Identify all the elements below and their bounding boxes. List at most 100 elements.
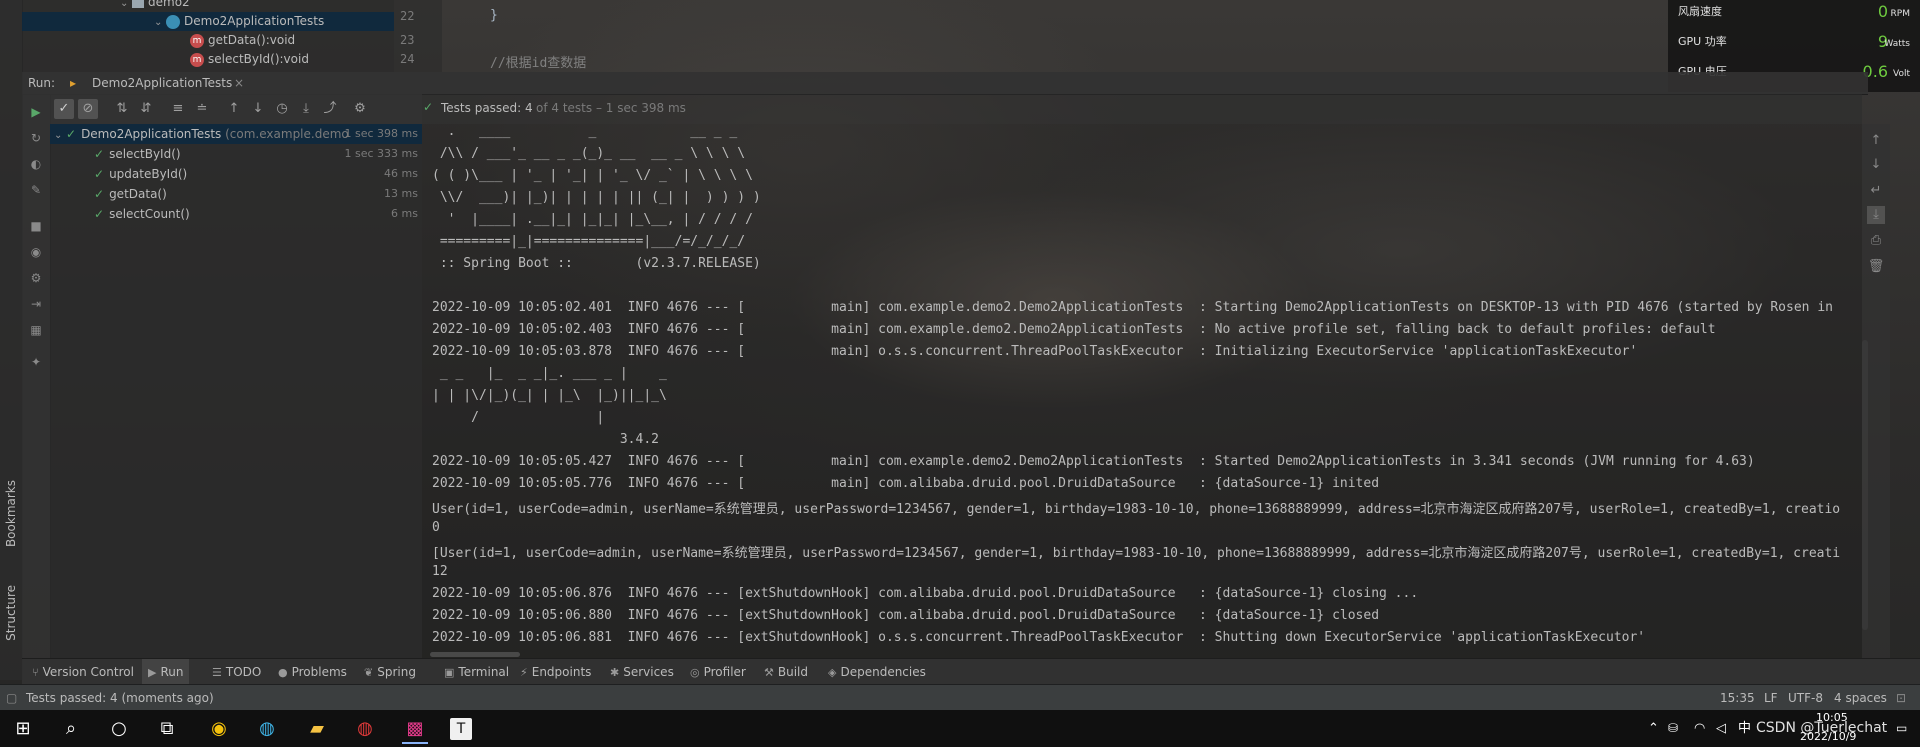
settings-icon[interactable]: ⚙ [28,270,44,286]
left-tool-strip [0,0,23,680]
debug-icon[interactable]: ◐ [28,156,44,172]
task-view-icon[interactable]: ⧉ [154,716,180,742]
tool-services[interactable]: ✱ Services [610,659,674,685]
console-horizontal-scrollbar[interactable] [430,652,520,657]
windows-start-icon[interactable]: ⊞ [10,716,36,742]
history-icon[interactable]: ◷ [272,99,292,119]
file-encoding[interactable]: UTF-8 [1788,685,1823,711]
previous-icon[interactable]: ↑ [224,99,244,119]
netease-music-icon[interactable]: ◍ [352,716,378,742]
status-window-icon[interactable]: ▢ [6,685,17,711]
clock-time[interactable]: 10:05 [1816,711,1848,724]
indent-setting[interactable]: 4 spaces [1834,685,1887,711]
import-icon[interactable]: ⤓ [296,99,316,119]
tool-label: Run [160,665,184,679]
layout-icon[interactable]: ▦ [28,322,44,338]
tool-problems[interactable]: ● Problems [278,659,347,685]
check-icon: ✓ [94,167,105,181]
tool-label: Version Control [42,665,134,679]
stop-icon[interactable]: ■ [28,218,44,234]
tray-up-icon[interactable]: ⌃ [1648,710,1659,747]
wrench-icon[interactable]: ✎ [28,182,44,198]
test-root-row[interactable]: ⌄ ✓ Demo2ApplicationTests (com.example.dem… [50,124,422,144]
typora-icon[interactable]: T [450,718,472,740]
intellij-icon[interactable]: ▩ [402,716,428,744]
tray-network-icon[interactable]: ⛁ [1668,710,1678,747]
next-icon[interactable]: ↓ [248,99,268,119]
notification-icon[interactable]: ▭ [1896,710,1907,747]
rerun-icon[interactable]: ▶ [28,104,44,120]
down-arrow-icon[interactable]: ↓ [1867,156,1885,174]
close-icon[interactable]: × [234,72,244,94]
tree-item-method[interactable]: m getData():void [190,31,295,50]
run-tab[interactable]: Demo2ApplicationTests [92,72,232,94]
file-explorer-icon[interactable]: ▰ [304,716,330,742]
ime-indicator[interactable]: 中 [1738,710,1751,747]
up-arrow-icon[interactable]: ↑ [1867,132,1885,150]
test-status-header: ✓ Tests passed: 4 of 4 tests – 1 sec 398… [422,94,1862,124]
console-line: User(id=1, userCode=admin, userName=系统管理… [432,502,1841,517]
tool-label: Dependencies [840,665,926,679]
exit-icon[interactable]: ⇥ [28,296,44,312]
caret-position[interactable]: 15:35 [1720,685,1755,711]
console-line: 3.4.2 [432,432,659,447]
spring-icon: ❦ [364,666,374,679]
code-comment: //根据id查数据 [490,56,587,71]
print-icon[interactable]: ⎙ [1867,232,1885,250]
lock-icon[interactable]: ⊡ [1896,685,1906,711]
tool-dependencies[interactable]: ◈ Dependencies [828,659,926,685]
test-row[interactable]: ✓ getData() 13 ms [50,184,422,204]
console-line: =========|_|==============|___/=/_/_/_/ [432,234,746,249]
gpu-unit: Watts [1884,39,1910,49]
console-output[interactable]: . ____ _ __ _ _ /\\ / ___'_ __ _ _(_)_ _… [422,124,1862,658]
export-icon[interactable]: ⤴ [320,99,340,119]
volume-icon[interactable]: ◁ [1716,710,1726,747]
tool-window-bar: ⑂ Version Control ▶ Run ☰ TODO ● Problems ❦ S… [22,658,1920,685]
expand-all-icon[interactable]: ≡ [168,99,188,119]
check-icon: ✓ [94,187,105,201]
scroll-to-end-icon[interactable]: ⤓ [1867,206,1885,224]
wifi-icon[interactable]: ◠ [1694,710,1705,747]
gear-icon[interactable]: ⚙ [350,99,370,119]
bookmarks-tab[interactable]: Bookmarks [4,480,18,547]
tree-item-test-class[interactable]: ⌄ Demo2ApplicationTests [22,12,394,31]
tool-label: Profiler [703,665,746,679]
tool-endpoints[interactable]: ⚡ Endpoints [520,659,591,685]
chrome-icon[interactable]: ◉ [206,716,232,742]
structure-tab[interactable]: Structure [4,585,18,641]
tool-todo[interactable]: ☰ TODO [212,659,261,685]
tree-item-method[interactable]: m selectById():void [190,50,309,69]
console-line: 2022-10-09 10:05:06.881 INFO 4676 --- [e… [432,630,1646,645]
edge-icon[interactable]: ◍ [254,716,280,742]
tool-spring[interactable]: ❦ Spring [364,659,416,685]
show-ignored-icon[interactable]: ⊘ [78,99,98,119]
soft-wrap-icon[interactable]: ↵ [1867,182,1885,200]
tool-version-control[interactable]: ⑂ Version Control [32,659,134,685]
pin-icon[interactable]: ✦ [28,354,44,370]
code-line: } [490,8,498,23]
chevron-down-icon: ⌄ [154,17,163,28]
collapse-all-icon[interactable]: ≐ [192,99,212,119]
tool-profiler[interactable]: ◎ Profiler [690,659,746,685]
test-row[interactable]: ✓ selectById() 1 sec 333 ms [50,144,422,164]
tree-item-demo2[interactable]: ⌄ demo2 [120,0,190,12]
clock-date[interactable]: 2022/10/9 [1800,730,1856,743]
show-passed-icon[interactable]: ✓ [54,99,74,119]
tool-label: Build [777,665,808,679]
tool-run[interactable]: ▶ Run [142,659,190,685]
tool-build[interactable]: ⚒ Build [764,659,808,685]
search-icon[interactable]: ⌕ [58,716,84,742]
test-row[interactable]: ✓ selectCount() 6 ms [50,204,422,224]
rerun-failed-icon[interactable]: ↻ [28,130,44,146]
line-separator[interactable]: LF [1764,685,1778,711]
tool-label: Spring [377,665,416,679]
tool-terminal[interactable]: ▣ Terminal [444,659,509,685]
trash-icon[interactable]: 🗑 [1867,258,1885,276]
cortana-icon[interactable]: ○ [106,716,132,742]
method-icon: m [190,52,204,67]
camera-icon[interactable]: ◉ [28,244,44,260]
test-row[interactable]: ✓ updateById() 46 ms [50,164,422,184]
sort-alpha-icon[interactable]: ⇅ [112,99,132,119]
tool-label: TODO [225,665,262,679]
sort-duration-icon[interactable]: ⇵ [136,99,156,119]
